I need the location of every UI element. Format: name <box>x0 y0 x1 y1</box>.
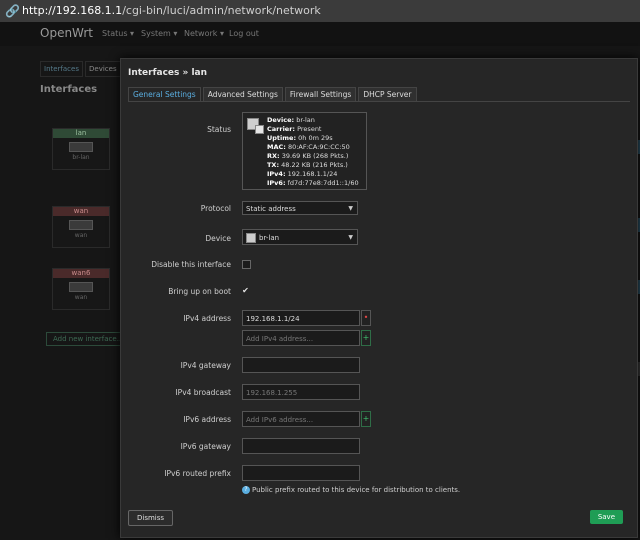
status-value: 39.69 KB (268 Pkts.) <box>281 152 349 160</box>
status-value: 48.22 KB (216 Pkts.) <box>281 161 348 169</box>
ipv6-routed-prefix-input[interactable] <box>242 465 360 481</box>
status-key: Carrier: <box>267 125 296 133</box>
url-host: http://192.168.1.1 <box>22 4 123 17</box>
chevron-down-icon: ▼ <box>348 205 353 212</box>
nav-status[interactable]: Status ▾ <box>102 29 134 38</box>
status-value: fd7d:77e8:7dd1::1/60 <box>287 179 359 187</box>
interface-card-wan[interactable]: wan wan <box>52 206 110 248</box>
modal-tabs: General Settings Advanced Settings Firew… <box>128 87 419 102</box>
add-ipv6-address-input[interactable]: Add IPv6 address... <box>242 411 360 427</box>
tab-advanced-settings[interactable]: Advanced Settings <box>202 87 283 102</box>
status-label: Status <box>207 125 231 134</box>
tab-dhcp-server[interactable]: DHCP Server <box>358 87 417 102</box>
interface-icon <box>69 142 93 152</box>
nav-network[interactable]: Network ▾ <box>184 29 224 38</box>
status-box: Device: br-lan Carrier: Present Uptime: … <box>242 112 367 190</box>
network-device-icon <box>255 125 264 134</box>
remove-ipv4-address-button[interactable]: • <box>361 310 371 326</box>
tab-firewall-settings[interactable]: Firewall Settings <box>284 87 357 102</box>
save-button[interactable]: Save <box>589 510 623 524</box>
interface-edit-modal: Interfaces » lan General Settings Advanc… <box>120 58 638 538</box>
help-icon: ? <box>242 486 250 494</box>
status-details: Device: br-lan Carrier: Present Uptime: … <box>267 116 359 188</box>
interface-icon <box>69 282 93 292</box>
interface-device: br-lan <box>72 154 90 161</box>
device-label: Device <box>205 234 231 243</box>
device-value: br-lan <box>259 234 280 242</box>
status-key: IPv4: <box>267 170 286 178</box>
add-ipv4-address-button[interactable]: + <box>361 330 371 346</box>
ipv4-address-input[interactable]: 192.168.1.1/24 <box>242 310 360 326</box>
ipv6-routed-prefix-label: IPv6 routed prefix <box>164 469 231 478</box>
add-ipv4-address-input[interactable]: Add IPv4 address... <box>242 330 360 346</box>
url-text[interactable]: http://192.168.1.1/cgi-bin/luci/admin/ne… <box>22 4 321 18</box>
browser-url-bar[interactable]: 🔗 http://192.168.1.1/cgi-bin/luci/admin/… <box>0 0 640 23</box>
ipv6-address-label: IPv6 address <box>183 415 231 424</box>
interface-icon <box>69 220 93 230</box>
help-text: Public prefix routed to this device for … <box>252 486 461 494</box>
tab-devices[interactable]: Devices <box>85 61 121 77</box>
ipv6-gateway-label: IPv6 gateway <box>180 442 231 451</box>
interface-device: wan <box>74 294 88 301</box>
tab-general-settings[interactable]: General Settings <box>128 87 201 102</box>
ipv4-address-label: IPv4 address <box>183 314 231 323</box>
network-device-icon <box>246 233 256 243</box>
chevron-down-icon: ▼ <box>348 234 353 241</box>
status-key: IPv6: <box>267 179 286 187</box>
interface-card-lan[interactable]: lan br-lan <box>52 128 110 170</box>
status-key: MAC: <box>267 143 286 151</box>
nav-system[interactable]: System ▾ <box>141 29 177 38</box>
ipv6-prefix-help: ? Public prefix routed to this device for… <box>242 486 460 494</box>
status-key: Device: <box>267 116 295 124</box>
bring-up-on-boot-checkbox[interactable]: ✔ <box>242 287 249 295</box>
protocol-select[interactable]: Static address ▼ <box>242 201 358 215</box>
interface-name: wan6 <box>53 269 109 278</box>
tab-interfaces[interactable]: Interfaces <box>40 61 83 77</box>
brand-logo[interactable]: OpenWrt <box>40 26 93 40</box>
ipv4-gateway-label: IPv4 gateway <box>180 361 231 370</box>
disable-interface-label: Disable this interface <box>151 260 231 269</box>
status-key: RX: <box>267 152 280 160</box>
status-value: 192.168.1.1/24 <box>287 170 338 178</box>
add-ipv6-address-button[interactable]: + <box>361 411 371 427</box>
interface-card-wan6[interactable]: wan6 wan <box>52 268 110 310</box>
interface-name: wan <box>53 207 109 216</box>
status-value: 80:AF:CA:9C:CC:50 <box>287 143 350 151</box>
url-path: /cgi-bin/luci/admin/network/network <box>122 4 321 17</box>
add-interface-button[interactable]: Add new interface... <box>46 332 131 346</box>
interface-device: wan <box>74 232 88 239</box>
page-title: Interfaces <box>40 84 98 95</box>
status-value: br-lan <box>296 116 315 124</box>
background-tabs: Interfaces Devices <box>40 56 123 77</box>
protocol-value: Static address <box>246 205 296 213</box>
top-header: OpenWrt Status ▾ System ▾ Network ▾ Log … <box>0 22 640 46</box>
status-value: Present <box>297 125 322 133</box>
ipv4-broadcast-label: IPv4 broadcast <box>175 388 231 397</box>
disable-interface-checkbox[interactable] <box>242 260 251 269</box>
tab-divider <box>128 101 630 102</box>
modal-title: Interfaces » lan <box>128 68 208 78</box>
device-select[interactable]: br-lan ▼ <box>242 229 358 245</box>
ipv6-gateway-input[interactable] <box>242 438 360 454</box>
status-key: Uptime: <box>267 134 297 142</box>
bring-up-on-boot-label: Bring up on boot <box>168 287 231 296</box>
status-value: 0h 0m 29s <box>298 134 333 142</box>
ipv4-broadcast-input[interactable]: 192.168.1.255 <box>242 384 360 400</box>
status-key: TX: <box>267 161 280 169</box>
ipv4-gateway-input[interactable] <box>242 357 360 373</box>
interface-name: lan <box>53 129 109 138</box>
link-icon: 🔗 <box>5 4 20 18</box>
dismiss-button[interactable]: Dismiss <box>128 510 174 526</box>
nav-logout[interactable]: Log out <box>229 29 259 38</box>
protocol-label: Protocol <box>200 204 231 213</box>
